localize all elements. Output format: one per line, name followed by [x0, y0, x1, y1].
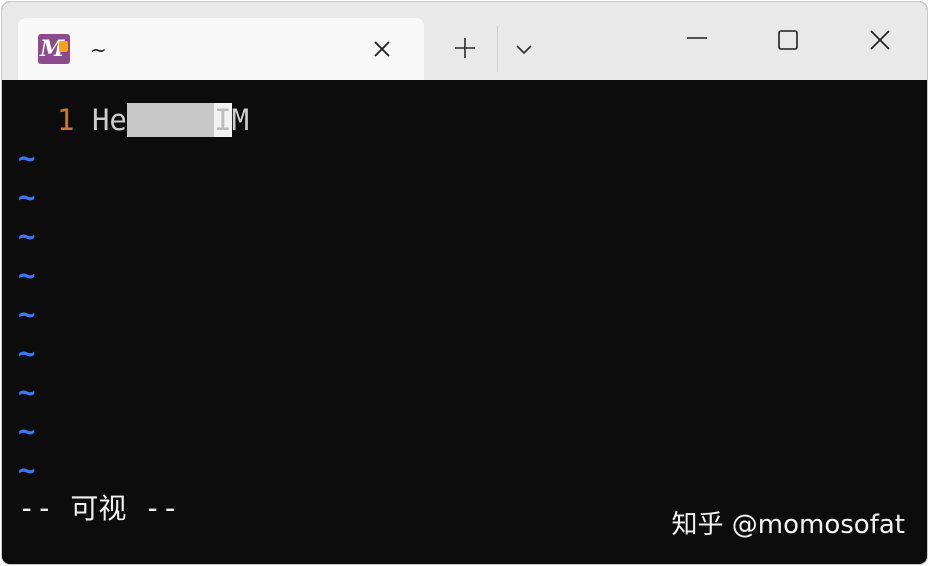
terminal-content[interactable]: 1 He IM ~ ~ ~ ~ ~ ~ ~ ~ ~ -- 可视 -- 知乎 @momosofat	[2, 80, 927, 564]
empty-line-marker: ~	[18, 414, 36, 448]
minimize-button[interactable]	[683, 24, 711, 52]
close-icon	[374, 41, 390, 57]
app-icon-badge	[59, 41, 68, 52]
empty-line-marker: ~	[18, 180, 36, 214]
mode-right-dashes: --	[143, 491, 179, 525]
chevron-down-icon	[516, 45, 532, 55]
empty-line-marker: ~	[18, 297, 36, 331]
new-tab-button[interactable]	[451, 34, 479, 62]
empty-line-marker: ~	[18, 219, 36, 253]
visual-selection	[126, 103, 215, 137]
close-icon	[870, 30, 890, 50]
cursor: I	[214, 103, 232, 137]
text-after-cursor: M	[231, 103, 250, 137]
terminal-window: M ~ 1 He IM ~ ~ ~ ~ ~ ~ ~ ~ ~ -- 可视 -- 知…	[2, 2, 927, 564]
mode-left-dashes: --	[18, 491, 53, 525]
mode-indicator: -- 可视 --	[18, 490, 179, 527]
maximize-icon	[778, 30, 798, 50]
empty-line-marker: ~	[18, 453, 36, 487]
tab-title: ~	[90, 38, 107, 62]
m2-app-icon: M	[38, 34, 70, 64]
empty-line-marker: ~	[18, 258, 36, 292]
close-tab-button[interactable]	[370, 37, 394, 61]
empty-line-marker: ~	[18, 375, 36, 409]
empty-line-marker: ~	[18, 141, 36, 175]
titlebar-divider	[497, 26, 498, 72]
watermark: 知乎 @momosofat	[671, 510, 905, 540]
close-window-button[interactable]	[866, 26, 894, 54]
maximize-button[interactable]	[774, 26, 802, 54]
tab-home[interactable]: M ~	[18, 18, 424, 80]
editor-line-1: 1 He IM	[57, 102, 249, 138]
minimize-icon	[687, 37, 707, 39]
tab-dropdown-button[interactable]	[510, 36, 538, 64]
empty-line-marker: ~	[18, 336, 36, 370]
line-number: 1	[57, 103, 75, 137]
plus-icon	[455, 38, 475, 58]
mode-label: 可视	[70, 492, 127, 525]
title-bar: M ~	[2, 2, 927, 80]
text-before-selection: He	[91, 103, 127, 137]
